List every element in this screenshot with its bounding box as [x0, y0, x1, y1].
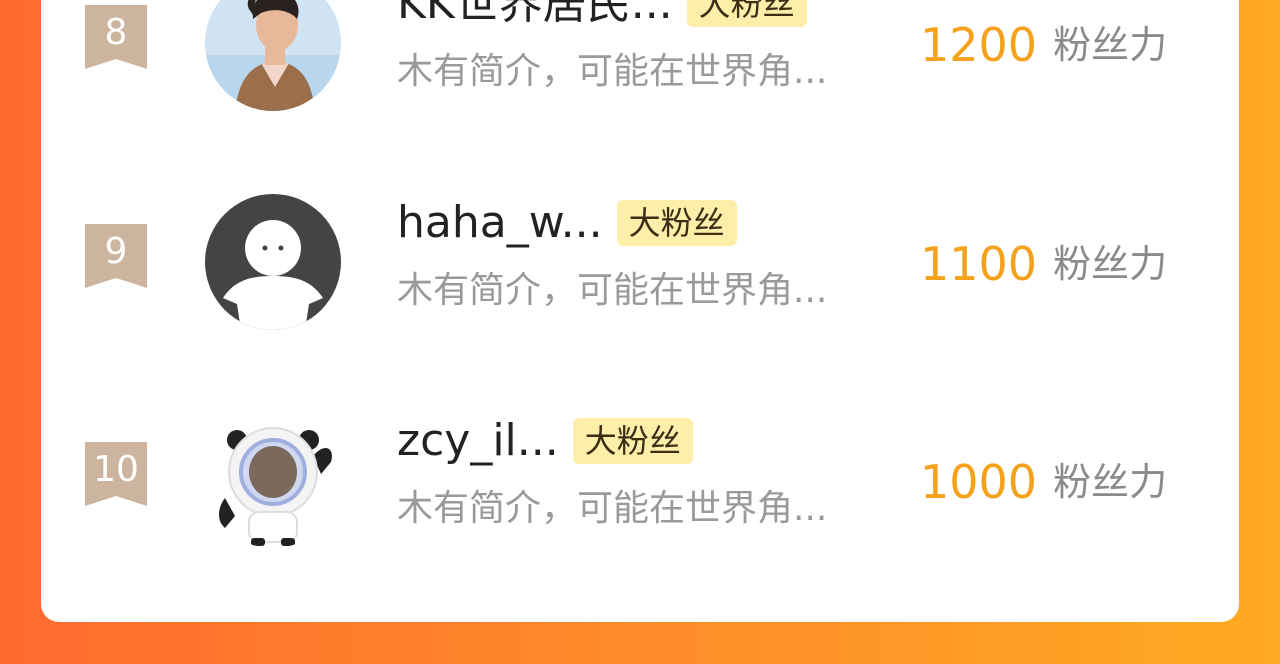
fan-power-value: 1100 [920, 237, 1038, 291]
fan-power-unit: 粉丝力 [1053, 23, 1168, 67]
fan-power-value: 1000 [920, 455, 1038, 509]
fan-level-badge: 大粉丝 [572, 418, 693, 464]
list-item[interactable]: 9 haha_w... 大粉丝 木有简介，可能在世界角... 1100 粉丝力 [0, 194, 1280, 379]
rank-number: 8 [104, 12, 128, 53]
user-description: 木有简介，可能在世界角... [397, 270, 828, 311]
avatar[interactable] [205, 0, 341, 111]
fan-level-badge: 大粉丝 [616, 200, 737, 246]
fan-power-unit: 粉丝力 [1053, 460, 1168, 504]
user-name[interactable]: KK世界居民... [397, 0, 673, 34]
name-line: zcy_il... 大粉丝 [397, 411, 693, 471]
rank-number: 9 [104, 231, 128, 272]
user-description: 木有简介，可能在世界角... [397, 51, 828, 92]
rank-badge: 10 [85, 442, 147, 506]
fan-power-unit: 粉丝力 [1053, 242, 1168, 286]
user-name[interactable]: haha_w... [397, 193, 603, 253]
avatar[interactable] [205, 194, 341, 330]
avatar[interactable] [205, 412, 341, 548]
user-description: 木有简介，可能在世界角... [397, 488, 828, 529]
fan-level-badge: 大粉丝 [686, 0, 807, 27]
rank-badge: 8 [85, 5, 147, 69]
fan-power: 1000 粉丝力 [920, 452, 1167, 512]
fan-power: 1100 粉丝力 [920, 234, 1167, 294]
name-line: KK世界居民... 大粉丝 [397, 0, 807, 34]
user-name[interactable]: zcy_il... [397, 411, 559, 471]
rank-badge: 9 [85, 224, 147, 288]
list-item[interactable]: 10 zcy_il... 大粉丝 木有简介，可能在世界角... 1000 粉丝力 [0, 412, 1280, 597]
fan-power-value: 1200 [920, 18, 1038, 72]
rank-number: 10 [93, 449, 139, 490]
name-line: haha_w... 大粉丝 [397, 193, 737, 253]
list-item[interactable]: 8 KK世界居民... 大粉丝 木有简介，可能在世界角... 1200 粉丝力 [0, 0, 1280, 160]
fan-power: 1200 粉丝力 [920, 15, 1167, 75]
